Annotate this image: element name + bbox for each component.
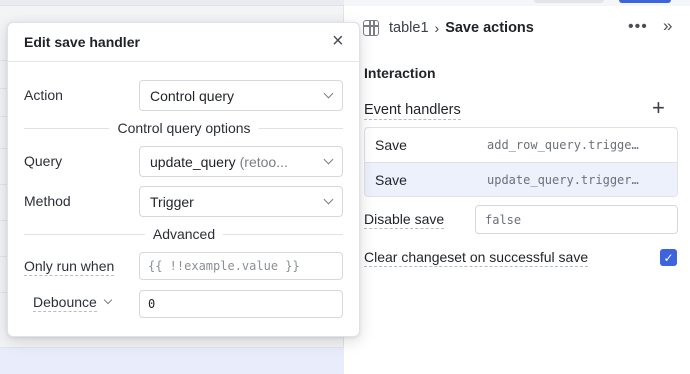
query-select[interactable]: update_query (retoo... — [139, 146, 343, 177]
add-event-handler-icon[interactable]: + — [652, 97, 665, 119]
collapse-panel-icon[interactable]: » — [663, 16, 672, 36]
event-handler-target: add_row_query.trigger() — [487, 138, 642, 152]
action-select[interactable]: Control query — [139, 80, 343, 111]
action-select-value: Control query — [150, 87, 235, 104]
modal-title: Edit save handler — [24, 34, 140, 50]
interaction-section-title: Interaction — [364, 65, 436, 81]
chevron-right-icon: › — [434, 20, 440, 36]
debounce-label[interactable]: Debounce — [33, 294, 97, 312]
event-handler-item[interactable]: Save add_row_query.trigger() — [365, 128, 677, 162]
event-handler-event: Save — [375, 137, 407, 153]
event-handlers-label: Event handlers — [364, 102, 461, 120]
advanced-heading: Advanced — [144, 226, 224, 242]
event-handler-target: update_query.trigger() — [487, 173, 642, 187]
close-icon[interactable]: × — [332, 31, 344, 51]
action-label: Action — [24, 87, 63, 103]
chevron-down-icon[interactable] — [103, 295, 113, 305]
query-label: Query — [24, 153, 63, 169]
breadcrumb-current: Save actions — [445, 20, 534, 36]
query-select-resource: (retoo... — [239, 153, 288, 170]
method-select-value: Trigger — [150, 193, 194, 210]
clear-changeset-checkbox[interactable]: ✓ — [660, 249, 677, 266]
event-handler-list: Save add_row_query.trigger() Save update… — [364, 127, 678, 197]
only-run-when-label: Only run when — [24, 258, 115, 276]
debounce-input[interactable]: 0 — [139, 290, 343, 318]
toolbar-primary-button[interactable] — [619, 0, 671, 3]
method-label: Method — [24, 193, 71, 209]
toolbar-button[interactable] — [534, 0, 604, 3]
control-query-options-heading: Control query options — [109, 120, 259, 136]
chevron-down-icon — [323, 194, 334, 205]
chevron-down-icon — [323, 154, 334, 165]
inspector-panel: table1 › Save actions ••• » Interaction … — [345, 6, 690, 374]
method-select[interactable]: Trigger — [139, 186, 343, 217]
modal-header: Edit save handler × — [8, 23, 359, 62]
table-row-selected[interactable] — [0, 348, 344, 374]
clear-changeset-label: Clear changeset on successful save — [364, 249, 589, 267]
edit-save-handler-modal: Edit save handler × Action Control query… — [7, 22, 360, 337]
table-icon — [363, 20, 379, 36]
inspector-header: table1 › Save actions ••• » — [345, 6, 690, 50]
event-handler-item-selected[interactable]: Save update_query.trigger() — [365, 162, 677, 196]
canvas-top-strip — [0, 0, 344, 6]
breadcrumb-component[interactable]: table1 — [389, 20, 429, 36]
disable-save-label: Disable save — [364, 211, 445, 229]
event-handler-event: Save — [375, 172, 407, 188]
chevron-down-icon — [323, 88, 334, 99]
disable-save-input[interactable]: false — [475, 205, 678, 234]
more-options-icon[interactable]: ••• — [628, 18, 648, 36]
query-select-value: update_query — [150, 153, 236, 170]
only-run-when-input[interactable]: {{ !!example.value }} — [139, 252, 343, 280]
